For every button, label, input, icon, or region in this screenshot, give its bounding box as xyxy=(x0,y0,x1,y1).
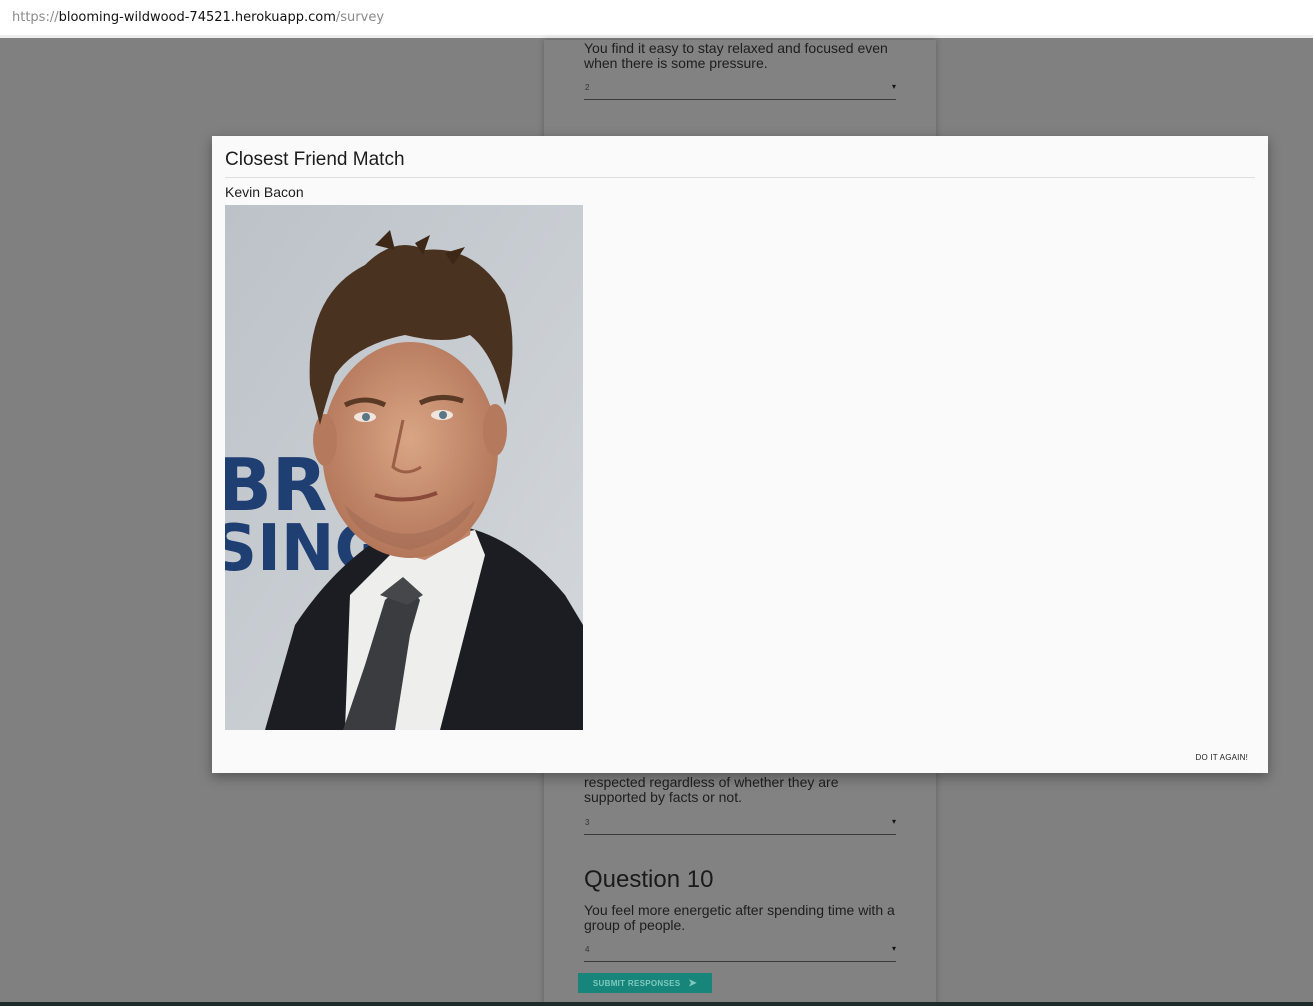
url-host: blooming-wildwood-74521.herokuapp.com xyxy=(58,10,336,25)
answer-select[interactable]: 2 ▾ xyxy=(584,80,896,100)
modal-title: Closest Friend Match xyxy=(225,149,405,170)
send-icon: ➤ xyxy=(688,977,698,989)
question-text: You feel more energetic after spending t… xyxy=(584,902,895,933)
browser-address-bar[interactable]: https://blooming-wildwood-74521.herokuap… xyxy=(0,0,1313,38)
answer-select-value: 3 xyxy=(585,818,590,827)
friend-photo: BRY SING xyxy=(225,205,583,730)
dropdown-arrow-icon: ▾ xyxy=(891,817,896,826)
dropdown-arrow-icon: ▾ xyxy=(891,82,896,91)
submit-responses-button[interactable]: SUBMIT RESPONSES ➤ xyxy=(578,973,712,993)
url-field[interactable]: https://blooming-wildwood-74521.herokuap… xyxy=(12,10,384,25)
answer-select-value: 2 xyxy=(585,83,590,92)
match-modal: Closest Friend Match Kevin Bacon BRY SIN… xyxy=(212,136,1268,773)
dropdown-arrow-icon: ▾ xyxy=(891,944,896,953)
answer-select-value: 4 xyxy=(585,945,590,954)
do-it-again-button[interactable]: DO IT AGAIN! xyxy=(1196,753,1249,762)
portrait-illustration: BRY SING xyxy=(225,205,583,730)
taskbar-edge xyxy=(0,1002,1313,1006)
url-path: /survey xyxy=(335,10,385,25)
url-scheme: https:// xyxy=(12,10,59,25)
address-bar-shadow xyxy=(0,35,1313,38)
modal-divider xyxy=(225,177,1255,178)
question-text: respected regardless of whether they are… xyxy=(584,774,839,805)
answer-select[interactable]: 3 ▾ xyxy=(584,815,896,835)
submit-label: SUBMIT RESPONSES xyxy=(592,978,681,988)
question-text: You find it easy to stay relaxed and foc… xyxy=(584,40,888,71)
question-heading: Question 10 xyxy=(584,866,714,893)
answer-select[interactable]: 4 ▾ xyxy=(584,942,896,962)
friend-name: Kevin Bacon xyxy=(225,184,304,200)
